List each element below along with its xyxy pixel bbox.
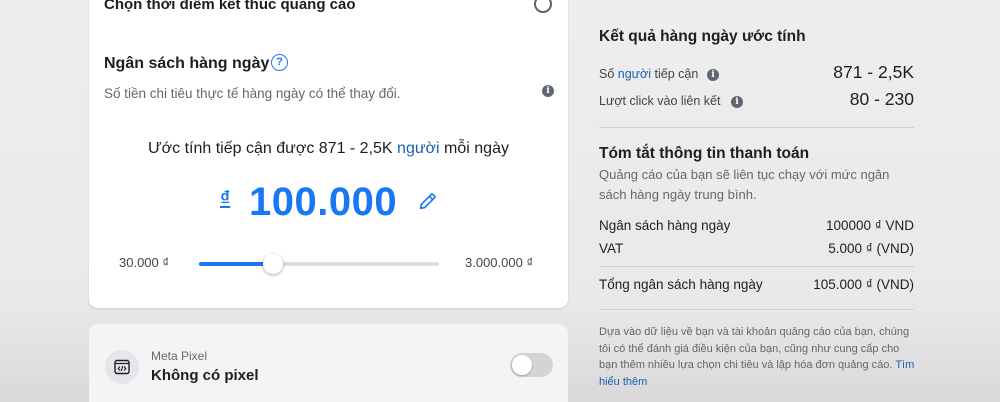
clicks-label: Lượt click vào liên kết (599, 94, 721, 108)
pencil-icon[interactable] (417, 190, 439, 212)
payment-summary-title: Tóm tắt thông tin thanh toán (599, 145, 810, 162)
daily-budget-row-label: Ngân sách hàng ngày (599, 218, 731, 233)
divider (599, 127, 914, 128)
summary-panel: Kết quả hàng ngày ước tính Số người tiếp… (599, 0, 915, 402)
reach-label-prefix: Số (599, 67, 618, 81)
slider-thumb[interactable] (263, 254, 284, 274)
info-icon[interactable]: i (707, 69, 719, 81)
pixel-toggle[interactable] (510, 353, 553, 377)
meta-pixel-card: Meta Pixel Không có pixel (89, 324, 568, 402)
daily-results-title: Kết quả hàng ngày ước tính (599, 28, 806, 45)
daily-budget-card: Chọn thời điểm kết thúc quảng cáo Ngân s… (89, 0, 568, 308)
budget-description: Số tiền chi tiêu thực tế hàng ngày có th… (104, 86, 401, 101)
info-icon[interactable]: i (731, 96, 743, 108)
divider (599, 266, 914, 267)
end-time-option-label[interactable]: Chọn thời điểm kết thúc quảng cáo (104, 0, 356, 13)
slider-fill (199, 262, 274, 266)
slider-max-label: 3.000.000 ₫ (465, 255, 534, 270)
reach-estimate-suffix: mỗi ngày (439, 140, 509, 157)
toggle-knob (512, 355, 532, 375)
total-budget-label: Tổng ngân sách hàng ngày (599, 277, 763, 292)
clicks-value: 80 - 230 (849, 89, 914, 109)
budget-amount[interactable]: 100.000 (249, 180, 397, 225)
reach-people-link[interactable]: người (618, 67, 651, 81)
reach-label: Số người tiếp cận (599, 67, 698, 81)
payment-summary-description: Quảng cáo của bạn sẽ liên tục chạy với m… (599, 167, 890, 202)
budget-slider[interactable] (199, 254, 439, 274)
info-icon[interactable]: i (542, 85, 554, 97)
vat-row-label: VAT (599, 241, 624, 256)
reach-label-suffix: tiếp cận (651, 67, 699, 81)
total-budget-value: 105.000 ₫ (VND) (813, 277, 914, 292)
pixel-label: Meta Pixel (151, 349, 208, 363)
reach-estimate-prefix: Ước tính tiếp cận được 871 - 2,5K (148, 140, 398, 157)
end-time-radio[interactable] (534, 0, 552, 13)
pixel-value: Không có pixel (151, 367, 259, 384)
disclaimer-text: Dựa vào dữ liệu về bạn và tài khoản quản… (599, 324, 917, 390)
daily-budget-row-value: 100000 ₫ VND (826, 218, 914, 233)
divider (599, 309, 914, 310)
help-icon[interactable]: ? (271, 54, 288, 71)
currency-symbol: ₫ (220, 188, 231, 210)
people-link[interactable]: người (397, 140, 440, 157)
slider-min-label: 30.000 ₫ (119, 255, 170, 270)
daily-budget-title: Ngân sách hàng ngày (104, 55, 270, 72)
disclaimer-body: Dựa vào dữ liệu về bạn và tài khoản quản… (599, 326, 910, 371)
code-icon (114, 359, 130, 375)
vat-row-value: 5.000 ₫ (VND) (828, 241, 914, 256)
reach-estimate: Ước tính tiếp cận được 871 - 2,5K người … (89, 140, 568, 158)
pixel-icon-container (105, 350, 139, 384)
reach-value: 871 - 2,5K (833, 62, 914, 82)
